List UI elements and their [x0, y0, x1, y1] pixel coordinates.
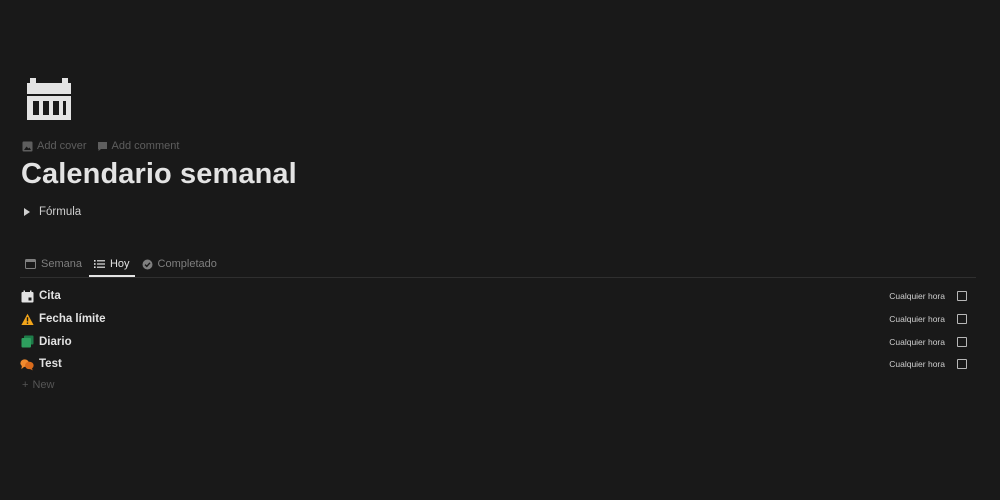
tab-semana[interactable]: Semana — [20, 252, 87, 276]
list-item[interactable]: Test Cualquier hora — [20, 353, 970, 376]
item-checkbox[interactable] — [957, 336, 967, 347]
list-item[interactable]: Fecha límite Cualquier hora — [20, 308, 970, 331]
page-title[interactable]: Calendario semanal — [21, 158, 297, 191]
item-list: Cita Cualquier hora Fecha límite Cualqui… — [20, 285, 970, 376]
new-item-button[interactable]: + New — [22, 379, 54, 391]
add-cover-label: Add cover — [37, 140, 87, 152]
list-item[interactable]: Diario Cualquier hora — [20, 330, 970, 353]
item-checkbox[interactable] — [957, 359, 967, 370]
item-time: Cualquier hora — [889, 291, 945, 302]
tab-label: Completado — [157, 258, 217, 270]
item-checkbox[interactable] — [957, 291, 967, 302]
toggle-label: Fórmula — [39, 206, 82, 218]
item-checkbox[interactable] — [957, 314, 967, 325]
tabs-divider — [20, 277, 976, 278]
tab-hoy[interactable]: Hoy — [88, 252, 135, 277]
plus-icon: + — [22, 379, 29, 391]
item-time: Cualquier hora — [889, 314, 945, 325]
calendar-icon[interactable] — [24, 76, 74, 124]
formula-toggle[interactable]: Fórmula — [24, 206, 81, 218]
tab-label: Hoy — [109, 258, 130, 270]
image-icon — [22, 141, 33, 151]
add-cover-button[interactable]: Add cover — [22, 140, 87, 152]
tab-completado[interactable]: Completado — [137, 252, 222, 276]
check-circle-icon — [142, 259, 153, 269]
toggle-arrow-icon — [24, 208, 30, 216]
list-item[interactable]: Cita Cualquier hora — [20, 285, 970, 308]
add-comment-button[interactable]: Add comment — [97, 140, 180, 152]
add-comment-label: Add comment — [111, 140, 180, 152]
new-label: New — [32, 379, 55, 391]
item-time: Cualquier hora — [889, 359, 945, 370]
warning-icon — [20, 312, 34, 326]
list-icon — [93, 260, 105, 268]
comment-icon — [97, 141, 107, 151]
calendar-event-icon — [20, 289, 34, 303]
item-title: Test — [39, 358, 62, 371]
page-actions: Add cover Add comment — [22, 140, 179, 152]
item-time: Cualquier hora — [889, 336, 945, 347]
view-tabs: Semana Hoy Completado — [20, 252, 222, 277]
calendar-small-icon — [25, 259, 36, 269]
item-title: Fecha límite — [39, 313, 106, 326]
notion-page: Add cover Add comment Calendario semanal… — [0, 0, 1000, 500]
speech-bubbles-icon — [20, 357, 34, 371]
item-title: Cita — [39, 290, 61, 303]
tab-label: Semana — [41, 258, 82, 270]
notebook-icon — [20, 335, 34, 349]
item-title: Diario — [39, 335, 72, 348]
